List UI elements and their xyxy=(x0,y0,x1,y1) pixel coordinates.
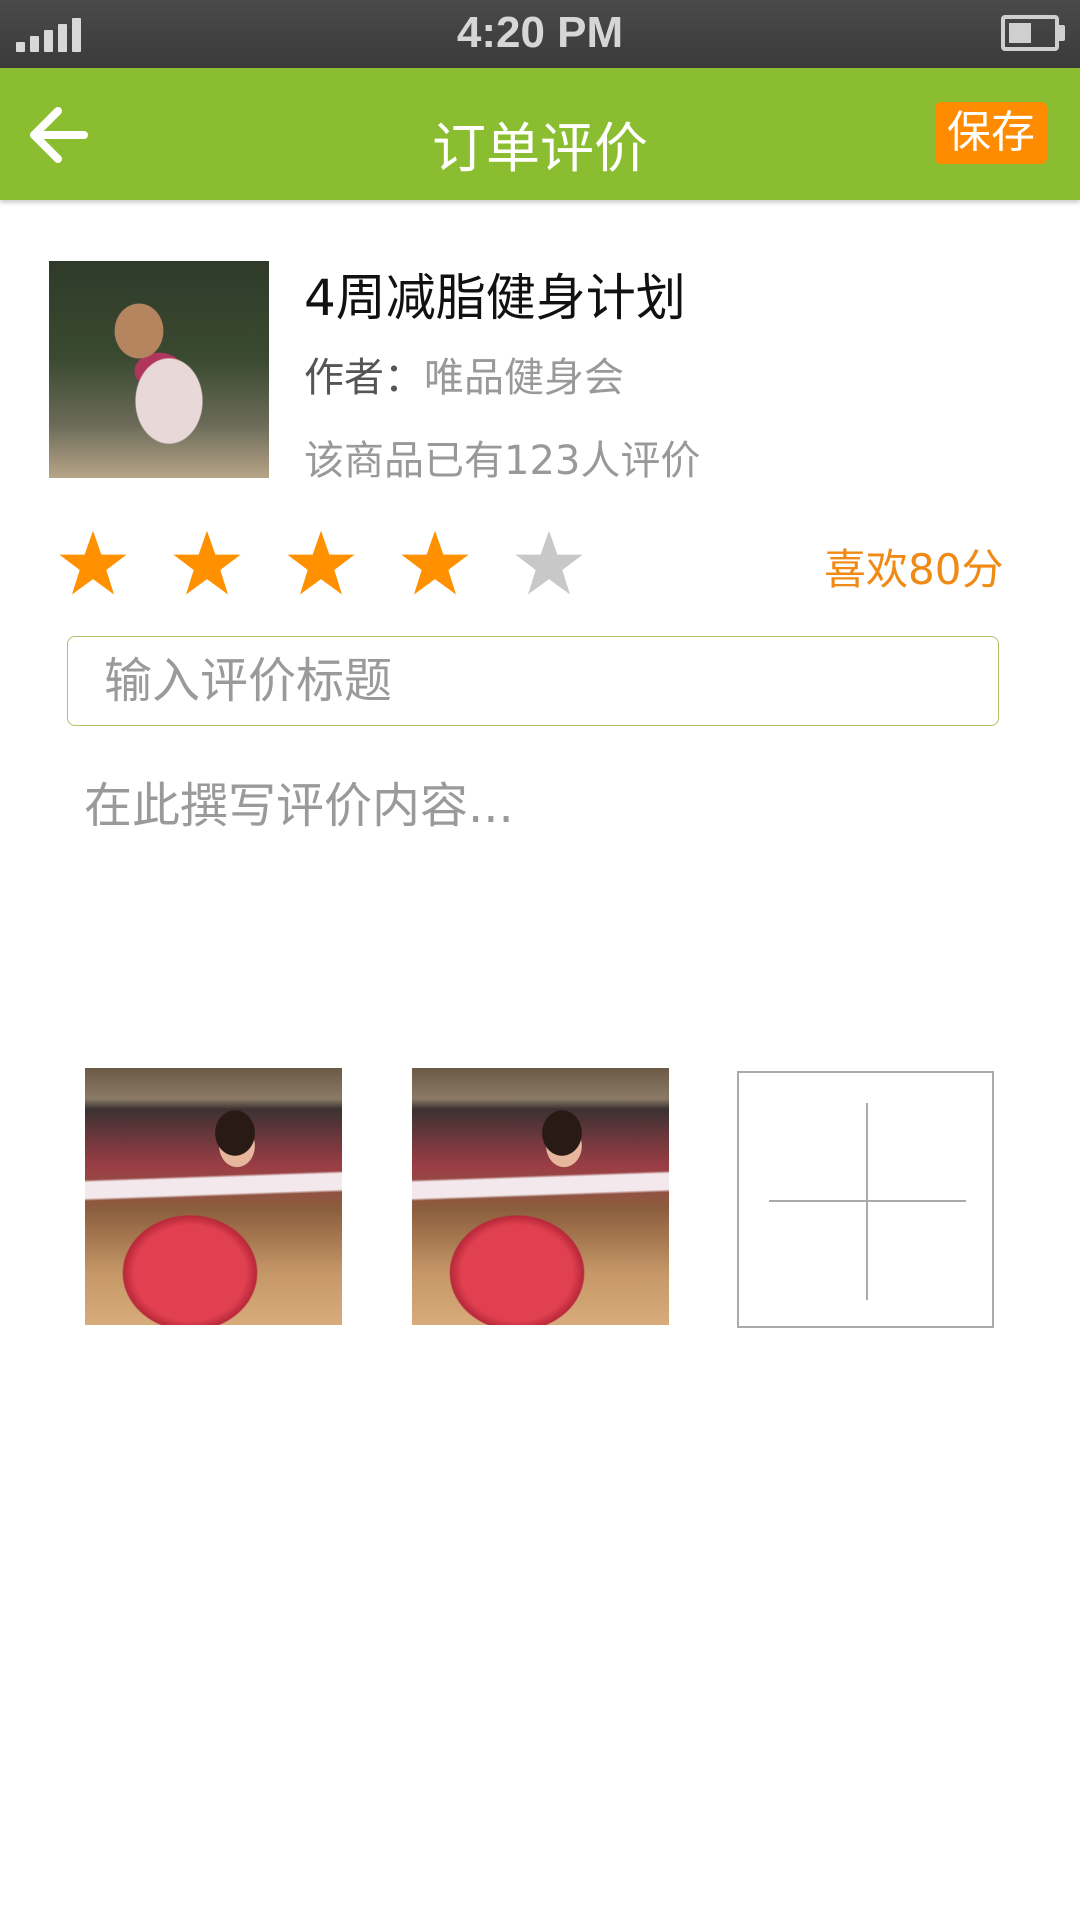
battery-icon xyxy=(1001,15,1065,51)
author-label: 作者： xyxy=(304,355,424,401)
star-empty-icon[interactable] xyxy=(514,528,584,598)
save-button[interactable]: 保存 xyxy=(935,102,1047,164)
product-image xyxy=(49,261,269,478)
review-count: 该商品已有123人评价 xyxy=(304,438,701,484)
product-author: 作者：唯品健身会 xyxy=(304,345,624,403)
status-bar: 4:20 PM xyxy=(0,0,1080,68)
author-name: 唯品健身会 xyxy=(424,355,624,401)
uploaded-photo[interactable] xyxy=(85,1068,342,1325)
star-filled-icon[interactable] xyxy=(400,528,470,598)
page-title: 订单评价 xyxy=(432,117,648,180)
status-time: 4:20 PM xyxy=(456,8,624,57)
rating-text: 喜欢80分 xyxy=(824,545,1004,594)
review-title-input[interactable] xyxy=(67,636,999,726)
star-rating[interactable] xyxy=(58,528,598,598)
review-content-textarea[interactable] xyxy=(70,760,1010,1030)
uploaded-photo[interactable] xyxy=(412,1068,669,1325)
add-photo-button[interactable] xyxy=(737,1071,994,1328)
star-filled-icon[interactable] xyxy=(172,528,242,598)
product-title: 4周减脂健身计划 xyxy=(304,269,686,327)
header-bar: 订单评价 保存 xyxy=(0,68,1080,200)
star-filled-icon[interactable] xyxy=(286,528,356,598)
star-filled-icon[interactable] xyxy=(58,528,128,598)
